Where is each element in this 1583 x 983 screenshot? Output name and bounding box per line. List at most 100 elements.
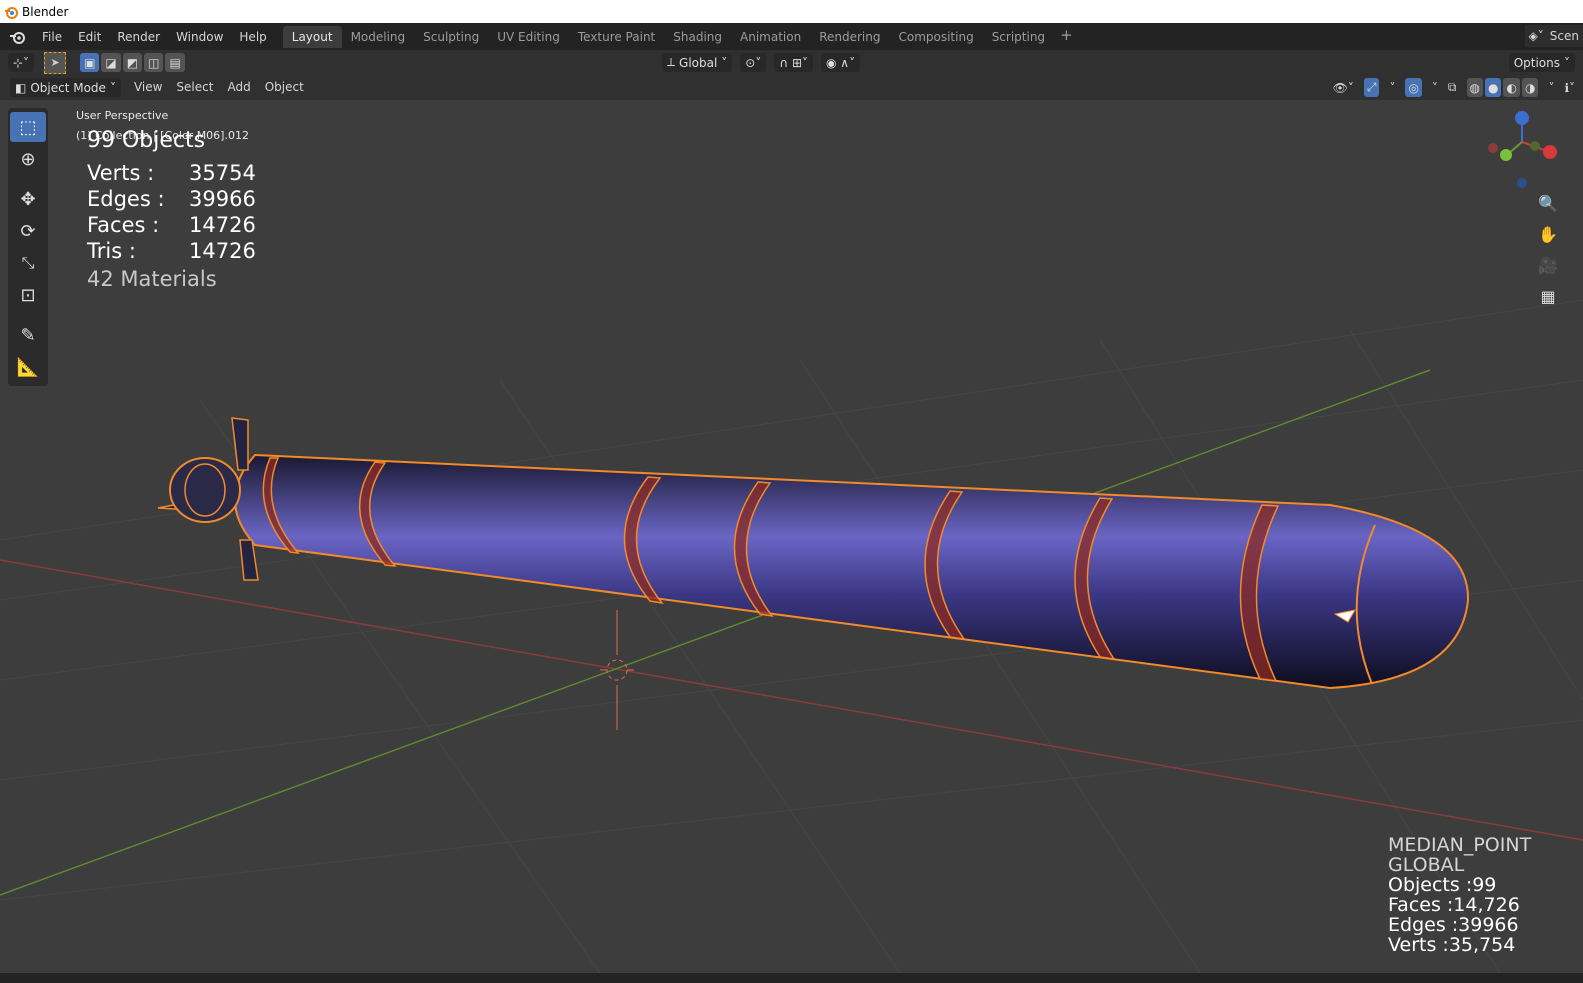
transform-icon: ⊡ bbox=[20, 284, 36, 306]
measure-tool[interactable]: 📐 bbox=[10, 352, 46, 382]
menu-add[interactable]: Add bbox=[220, 78, 257, 97]
menu-file[interactable]: File bbox=[34, 26, 70, 48]
status-bar bbox=[0, 973, 1583, 983]
move-icon: ✥ bbox=[20, 188, 36, 210]
cursor-icon: ⊕ bbox=[20, 148, 36, 170]
stats-row: Tris :14726 bbox=[87, 239, 256, 263]
select-subtract-button[interactable]: ◩ bbox=[122, 53, 143, 72]
chevron-down-icon[interactable]: ˅ bbox=[1548, 81, 1554, 95]
verts-count: Verts :35,754 bbox=[1388, 934, 1516, 956]
options-label: Options bbox=[1513, 55, 1560, 70]
rotate-tool[interactable]: ⟳ bbox=[10, 216, 46, 246]
editor-type-button[interactable]: ⊹˅ bbox=[8, 53, 35, 72]
solid-shading-icon[interactable]: ● bbox=[1484, 78, 1502, 97]
tab-compositing[interactable]: Compositing bbox=[889, 26, 982, 48]
select-extend-button[interactable]: ◪ bbox=[101, 53, 121, 72]
zoom-icon: 🔍 bbox=[1538, 193, 1558, 213]
transform-tool[interactable]: ⊡ bbox=[10, 280, 46, 310]
camera-view-button[interactable]: 🎥 bbox=[1535, 252, 1561, 278]
stats-materials: 42 Materials bbox=[87, 267, 217, 291]
snap-toggle[interactable]: ∩ ⊞˅ bbox=[774, 53, 814, 72]
pivot-dropdown[interactable]: ⊙˅ bbox=[740, 53, 767, 72]
rotate-icon: ⟳ bbox=[20, 220, 36, 242]
scene-statistics: 99 Objects Verts :35754 Edges :39966 Fac… bbox=[87, 128, 256, 292]
select-mode-group: ▣ ◪ ◩ ◫ ▤ bbox=[80, 53, 185, 72]
grid-ortho-icon: ▦ bbox=[1540, 286, 1556, 306]
annotate-icon: ✎ bbox=[20, 324, 36, 346]
scale-icon: ⤡ bbox=[21, 253, 35, 272]
overlay-toggle[interactable]: ◎ bbox=[1405, 78, 1422, 97]
rendered-shading-icon[interactable]: ◑ bbox=[1521, 78, 1539, 97]
menu-render[interactable]: Render bbox=[109, 26, 168, 48]
stats-row: Faces :14726 bbox=[87, 213, 256, 237]
scale-tool[interactable]: ⤡ bbox=[10, 248, 46, 278]
tab-layout[interactable]: Layout bbox=[282, 25, 342, 48]
tool-settings-header: ⊹˅ ➤ ▣ ◪ ◩ ◫ ▤ ⟂ Global ˅ ⊙˅ ∩ ⊞˅ ◉ ∧˅ O… bbox=[0, 50, 1583, 75]
scene-name: Scen bbox=[1549, 29, 1579, 43]
tab-modeling[interactable]: Modeling bbox=[342, 26, 415, 48]
camera-icon: 🎥 bbox=[1538, 255, 1558, 275]
chevron-down-icon: ˅ bbox=[721, 55, 728, 70]
mode-dropdown[interactable]: ◧ Object Mode ˅ bbox=[10, 78, 121, 97]
tab-animation[interactable]: Animation bbox=[731, 26, 810, 48]
magnet-icon: ∩ ⊞˅ bbox=[779, 55, 809, 70]
select-new-button[interactable]: ▣ bbox=[80, 53, 100, 72]
tab-rendering[interactable]: Rendering bbox=[810, 26, 889, 48]
select-invert-button[interactable]: ◫ bbox=[144, 53, 164, 72]
options-dropdown[interactable]: Options ˅ bbox=[1508, 53, 1575, 72]
pivot-label: MEDIAN_POINT bbox=[1388, 834, 1532, 856]
menu-edit[interactable]: Edit bbox=[70, 26, 109, 48]
chevron-down-icon: ˅ bbox=[1564, 55, 1570, 70]
gizmo-toggle[interactable]: ⤢ bbox=[1363, 78, 1380, 97]
proportional-edit-toggle[interactable]: ◉ ∧˅ bbox=[821, 53, 861, 72]
select-box-icon: ⬚ bbox=[19, 116, 37, 138]
material-shading-icon[interactable]: ◐ bbox=[1503, 78, 1520, 97]
view-perspective-label: User Perspective bbox=[76, 109, 169, 122]
screencast-stats: MEDIAN_POINT GLOBAL Objects :99 Faces :1… bbox=[1388, 835, 1531, 955]
info-icon[interactable]: ℹ˅ bbox=[1564, 81, 1575, 95]
scene-selector[interactable]: ◈˅ Scen bbox=[1524, 25, 1583, 47]
menu-select[interactable]: Select bbox=[169, 78, 220, 97]
chevron-down-icon: ˅ bbox=[109, 80, 116, 95]
menu-object[interactable]: Object bbox=[258, 78, 311, 97]
select-extend-icon: ◪ bbox=[105, 55, 117, 70]
tab-uv-editing[interactable]: UV Editing bbox=[488, 26, 569, 48]
zoom-button[interactable]: 🔍 bbox=[1535, 190, 1561, 216]
annotate-tool[interactable]: ✎ bbox=[10, 320, 46, 350]
tab-texture-paint[interactable]: Texture Paint bbox=[569, 26, 664, 48]
select-box-tool[interactable]: ⬚ bbox=[10, 112, 46, 142]
pivot-icon: ⊙˅ bbox=[745, 55, 762, 70]
select-tool-indicator[interactable]: ➤ bbox=[44, 51, 67, 74]
select-new-icon: ▣ bbox=[84, 55, 96, 70]
chevron-down-icon[interactable]: ˅ bbox=[1389, 81, 1395, 95]
select-intersect-button[interactable]: ▤ bbox=[165, 53, 185, 72]
chevron-down-icon[interactable]: ˅ bbox=[1432, 81, 1438, 95]
menu-view[interactable]: View bbox=[127, 78, 169, 97]
select-intersect-icon: ▤ bbox=[169, 55, 181, 70]
scene-icon: ◈˅ bbox=[1528, 29, 1544, 43]
gizmo-icon: ⤢ bbox=[1366, 80, 1377, 94]
top-bar: File Edit Render Window Help Layout Mode… bbox=[0, 23, 1583, 50]
window-titlebar: Blender bbox=[0, 0, 1583, 23]
tab-shading[interactable]: Shading bbox=[664, 26, 731, 48]
pan-button[interactable]: ✋ bbox=[1535, 221, 1561, 247]
xray-toggle-icon[interactable]: ⧉ bbox=[1448, 80, 1457, 95]
select-subtract-icon: ◩ bbox=[126, 55, 139, 70]
overlay-icon: ◎ bbox=[1408, 80, 1419, 95]
menu-window[interactable]: Window bbox=[168, 26, 231, 48]
objects-count: Objects :99 bbox=[1388, 874, 1497, 896]
menu-help[interactable]: Help bbox=[231, 26, 274, 48]
visibility-icon[interactable]: 👁˅ bbox=[1333, 81, 1354, 95]
shading-mode-group: ◍ ● ◐ ◑ bbox=[1466, 78, 1539, 97]
add-workspace-button[interactable]: + bbox=[1054, 26, 1079, 48]
move-tool[interactable]: ✥ bbox=[10, 184, 46, 214]
cursor-tool[interactable]: ⊕ bbox=[10, 144, 46, 174]
edges-count: Edges :39966 bbox=[1388, 914, 1519, 936]
tab-scripting[interactable]: Scripting bbox=[983, 26, 1054, 48]
stats-row: Verts :35754 bbox=[87, 161, 256, 185]
blender-menu-icon[interactable] bbox=[8, 29, 28, 45]
orientation-dropdown[interactable]: ⟂ Global ˅ bbox=[662, 53, 733, 72]
wireframe-shading-icon[interactable]: ◍ bbox=[1466, 78, 1483, 97]
ortho-toggle-button[interactable]: ▦ bbox=[1535, 283, 1561, 309]
tab-sculpting[interactable]: Sculpting bbox=[414, 26, 488, 48]
